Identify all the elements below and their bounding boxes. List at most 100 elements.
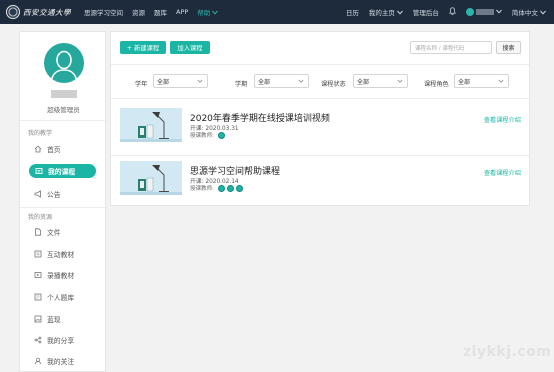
file-icon bbox=[34, 228, 42, 236]
sidebar-item-gallery[interactable]: 蓝现 bbox=[28, 312, 96, 326]
calendar-link[interactable]: 日历 bbox=[346, 7, 359, 17]
sidebar-item-label: 我的分享 bbox=[47, 337, 75, 345]
section-teaching-title: 我的教学 bbox=[28, 130, 53, 137]
video-icon bbox=[34, 271, 42, 279]
filter-value: 全部 bbox=[258, 78, 271, 86]
divider bbox=[111, 98, 529, 99]
divider bbox=[111, 64, 529, 65]
chevron-down-icon bbox=[197, 79, 203, 83]
avatar[interactable] bbox=[44, 43, 84, 83]
sidebar-item-my-courses[interactable]: 我的课程 bbox=[29, 164, 96, 178]
filter-select-role[interactable]: 全部 bbox=[454, 74, 509, 88]
chevron-down-icon bbox=[397, 79, 403, 83]
filter-value: 全部 bbox=[357, 78, 370, 86]
sidebar-item-label: 互动教材 bbox=[47, 251, 75, 259]
course-teachers: 授课教师: bbox=[190, 131, 225, 139]
teacher-avatar-icon[interactable] bbox=[217, 131, 225, 139]
nav-help-label: 帮助 bbox=[197, 9, 211, 17]
teacher-avatar-icon[interactable] bbox=[226, 184, 234, 192]
share-icon bbox=[34, 336, 42, 344]
course-teachers: 授课教师: bbox=[190, 184, 243, 192]
new-course-button[interactable]: + 新建课程 bbox=[120, 41, 166, 54]
sidebar-item-label: 录播教材 bbox=[47, 272, 75, 280]
main-nav: 思源学习空间 资源 题库 APP 帮助 bbox=[84, 0, 227, 24]
university-logo[interactable]: 西安交通大學 bbox=[6, 3, 78, 21]
home-icon bbox=[34, 145, 42, 153]
notification-bell[interactable] bbox=[448, 7, 456, 17]
sidebar-item-label: 我的课程 bbox=[48, 168, 76, 176]
sidebar-item-home[interactable]: 首页 bbox=[28, 142, 96, 156]
filter-label-semester: 学期 bbox=[235, 81, 248, 88]
nav-item-resources[interactable]: 资源 bbox=[132, 7, 145, 17]
sidebar-item-label: 首页 bbox=[47, 146, 61, 154]
sidebar-item-announcements[interactable]: 公告 bbox=[28, 187, 96, 201]
view-course-intro-link[interactable]: 查看课程介绍 bbox=[484, 168, 521, 177]
sidebar-item-files[interactable]: 文件 bbox=[28, 225, 96, 239]
teachers-label: 授课教师: bbox=[190, 133, 214, 139]
sidebar-item-my-shares[interactable]: 我的分享 bbox=[28, 333, 96, 347]
list-item[interactable]: 2020年春季学期在线授课培训视频 开课: 2020.03.31 授课教师: 查… bbox=[111, 106, 529, 154]
teachers-label: 授课教师: bbox=[190, 186, 214, 192]
user-avatar bbox=[465, 8, 474, 16]
user-role: 超级管理员 bbox=[47, 106, 80, 114]
question-bank-icon bbox=[34, 293, 42, 301]
user-menu[interactable] bbox=[465, 8, 502, 16]
nav-item-learning-space[interactable]: 思源学习空间 bbox=[84, 7, 123, 17]
view-course-intro-link[interactable]: 查看课程介绍 bbox=[484, 115, 521, 124]
divider bbox=[20, 207, 107, 208]
sidebar-item-label: 个人题库 bbox=[47, 294, 75, 302]
book-icon bbox=[34, 250, 42, 258]
sidebar-item-my-follows[interactable]: 我的关注 bbox=[28, 354, 96, 368]
course-thumbnail[interactable] bbox=[120, 161, 182, 195]
join-course-button[interactable]: 加入课程 bbox=[170, 41, 210, 54]
filter-select-semester[interactable]: 全部 bbox=[254, 74, 309, 88]
divider bbox=[20, 120, 107, 121]
chevron-down-icon bbox=[397, 10, 403, 15]
filter-label-year: 学年 bbox=[135, 81, 148, 88]
sidebar-item-interactive-textbooks[interactable]: 互动教材 bbox=[28, 247, 96, 261]
sidebar-item-label: 公告 bbox=[47, 191, 61, 199]
course-icon bbox=[35, 167, 43, 175]
filter-value: 全部 bbox=[157, 78, 170, 86]
filter-label-status: 课程状态 bbox=[321, 81, 346, 88]
my-home-menu[interactable]: 我的主页 bbox=[369, 7, 403, 17]
megaphone-icon bbox=[34, 190, 42, 198]
admin-link[interactable]: 管理后台 bbox=[413, 7, 439, 17]
desk-lamp-illustration bbox=[120, 108, 182, 142]
chevron-down-icon bbox=[212, 10, 219, 15]
bell-icon bbox=[448, 7, 456, 15]
filter-value: 全部 bbox=[458, 78, 471, 86]
user-name-blurred bbox=[475, 9, 494, 15]
filter-select-status[interactable]: 全部 bbox=[353, 74, 408, 88]
desk-lamp-illustration bbox=[120, 161, 182, 195]
sidebar-item-recorded-textbooks[interactable]: 录播教材 bbox=[28, 268, 96, 282]
nav-item-app[interactable]: APP bbox=[176, 8, 188, 16]
language-label: 简体中文 bbox=[511, 9, 538, 17]
list-item[interactable]: 思源学习空间帮助课程 开课: 2020.02.14 授课教师: 查看课程介绍 bbox=[111, 159, 529, 207]
language-switch[interactable]: 简体中文 bbox=[512, 7, 546, 17]
top-right-menu: 日历 我的主页 管理后台 简体中文 bbox=[336, 0, 546, 24]
sidebar-item-label: 蓝现 bbox=[47, 316, 61, 324]
teacher-avatar-icon[interactable] bbox=[235, 184, 243, 192]
sidebar: 超级管理员 我的教学 首页 我的课程 公告 我的资源 文件 互动教材 录播教材 … bbox=[19, 31, 107, 372]
image-icon bbox=[34, 315, 42, 323]
nav-item-help[interactable]: 帮助 bbox=[197, 7, 219, 17]
my-home-label: 我的主页 bbox=[368, 9, 395, 17]
filter-select-year[interactable]: 全部 bbox=[153, 74, 208, 88]
course-panel: + 新建课程 加入课程 课程名称 / 课程代码 搜索 学年 全部 学期 全部 课… bbox=[110, 31, 530, 206]
user-silhouette-icon bbox=[50, 50, 78, 83]
teacher-avatar-icon[interactable] bbox=[217, 184, 225, 192]
top-navbar: 西安交通大學 思源学习空间 资源 题库 APP 帮助 日历 我的主页 管理后台 … bbox=[0, 0, 554, 24]
sidebar-item-label: 我的关注 bbox=[47, 358, 75, 366]
chevron-down-icon bbox=[298, 79, 304, 83]
search-button[interactable]: 搜索 bbox=[496, 41, 521, 54]
sidebar-item-question-bank[interactable]: 个人题库 bbox=[28, 290, 96, 304]
divider bbox=[111, 155, 529, 156]
filter-label-role: 课程角色 bbox=[424, 81, 449, 88]
chevron-down-icon bbox=[540, 10, 546, 15]
watermark: zlykkj.com bbox=[463, 344, 552, 360]
nav-item-question-bank[interactable]: 题库 bbox=[154, 7, 167, 17]
seal-icon bbox=[6, 5, 20, 19]
course-thumbnail[interactable] bbox=[120, 108, 182, 142]
search-input[interactable]: 课程名称 / 课程代码 bbox=[410, 41, 492, 54]
